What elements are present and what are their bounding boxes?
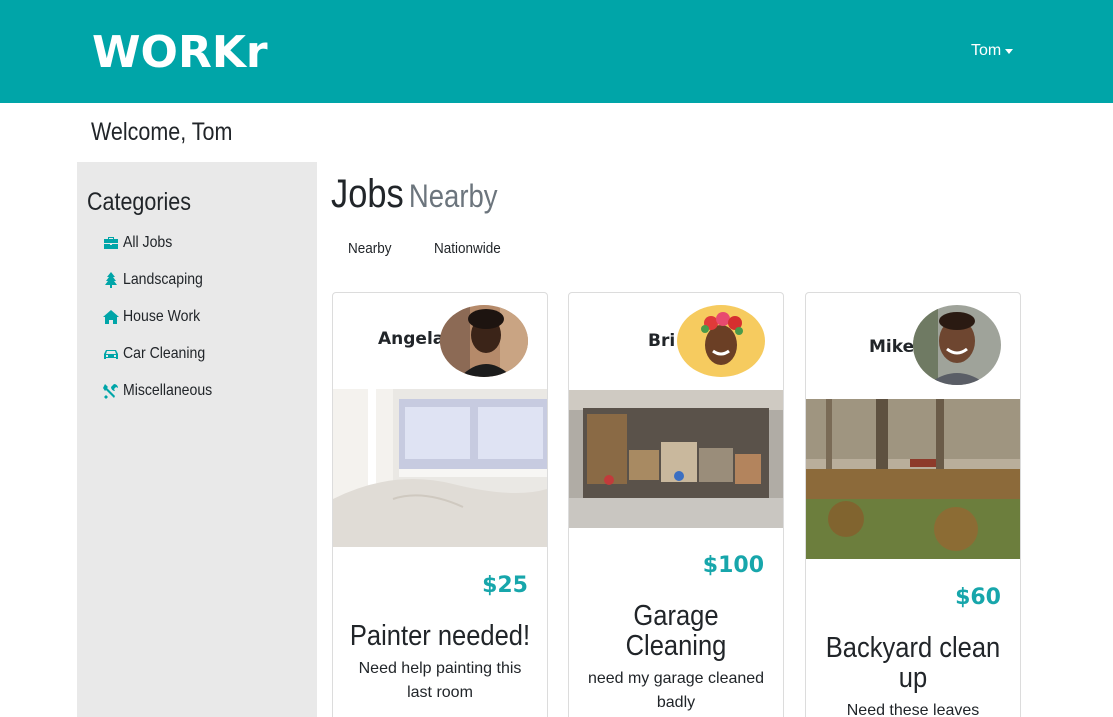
user-name: Tom [971,42,1002,59]
sidebar-item-house-work[interactable]: House Work [103,308,211,326]
page-subtitle: Nearby [408,178,498,214]
sidebar: Categories All Jobs Landscaping House Wo… [77,162,317,717]
toolbox-icon [104,237,118,249]
poster-name: Bri [648,331,676,351]
tools-icon [103,384,118,399]
job-photo [569,390,783,528]
home-icon [103,310,119,324]
job-card[interactable]: Bri $100 Garage Cleaning need my garage … [568,292,784,717]
sidebar-item-landscaping[interactable]: Landscaping [103,271,214,289]
job-title: Garage Cleaning [625,600,727,662]
job-price: $25 [482,573,528,598]
job-description: need my garage cleaned badly [587,670,765,711]
sidebar-item-all-jobs[interactable]: All Jobs [103,234,179,252]
caret-down-icon [1005,48,1014,54]
avatar [913,305,1001,385]
page-title: Jobs Nearby [331,172,498,217]
job-card[interactable]: Mike $60 Backyard clean up Need these le… [805,292,1021,717]
sidebar-item-miscellaneous[interactable]: Miscellaneous [103,382,224,400]
sidebar-title: Categories [87,188,191,216]
avatar [440,305,528,377]
job-card[interactable]: Angela $25 Painter needed! Need help pai… [332,292,548,717]
tree-icon [105,272,117,288]
page-title-main: Jobs [331,172,404,216]
poster-name: Angela [378,329,445,349]
tab-nationwide[interactable]: Nationwide [434,240,501,257]
avatar [677,305,765,377]
job-price: $100 [702,553,764,578]
job-price: $60 [955,585,1001,610]
tab-nearby[interactable]: Nearby [348,240,392,257]
job-description: Need these leaves [846,702,980,717]
job-title: Painter needed! [349,620,531,652]
job-photo [806,399,1020,559]
user-dropdown[interactable]: Tom [971,42,1014,60]
brand-logo[interactable]: WORKr [92,30,268,76]
job-title: Backyard clean up [825,632,1001,694]
top-navbar: WORKr Tom [0,0,1113,103]
sidebar-item-car-cleaning[interactable]: Car Cleaning [103,345,216,363]
poster-name: Mike [869,337,915,357]
welcome-heading: Welcome, Tom [91,118,233,146]
job-photo [333,389,547,547]
job-description: Need help painting this last room [358,660,522,701]
car-icon [104,350,118,359]
